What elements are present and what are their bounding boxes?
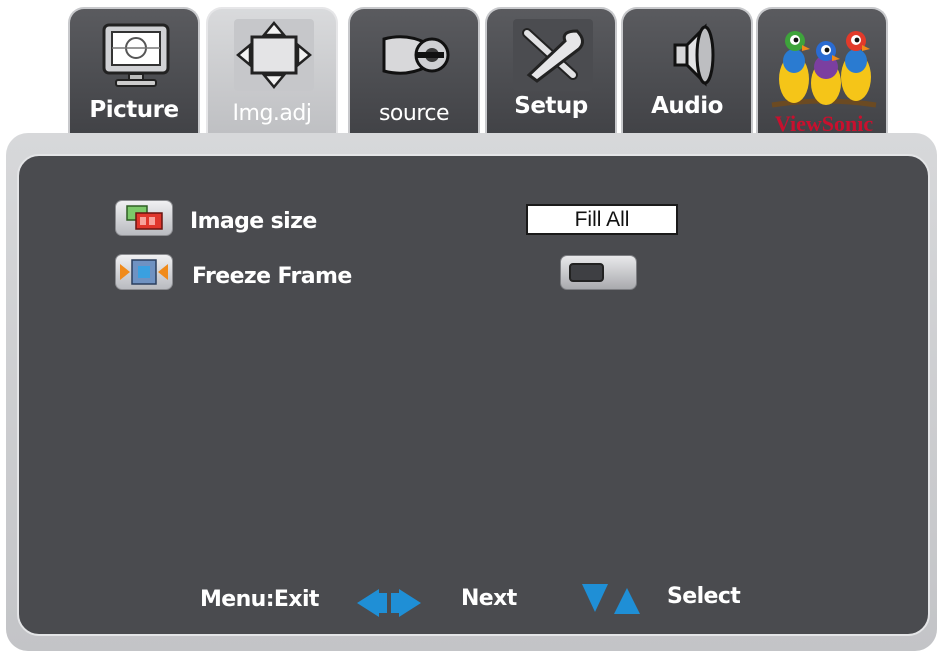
down-up-arrows-icon bbox=[582, 584, 640, 614]
freeze-frame-icon bbox=[115, 254, 173, 290]
next-hint: Next bbox=[461, 586, 517, 611]
tab-label: Img.adj bbox=[232, 101, 312, 126]
tab-source[interactable]: source bbox=[348, 7, 480, 142]
source-connector-icon bbox=[382, 35, 450, 75]
tab-label: source bbox=[378, 101, 450, 126]
viewsonic-birds-logo: ViewSonic bbox=[771, 31, 877, 136]
menu-exit-hint: Menu:Exit bbox=[200, 587, 319, 612]
picture-monitor-icon bbox=[102, 23, 170, 87]
left-right-arrows-icon bbox=[357, 589, 421, 617]
tab-label: Audio bbox=[651, 93, 723, 119]
tab-setup[interactable]: Setup bbox=[485, 7, 617, 142]
toggle-knob bbox=[569, 263, 604, 282]
tab-label: Picture bbox=[89, 97, 179, 123]
tab-viewsonic[interactable]: ViewSonic bbox=[756, 7, 888, 142]
image-size-value[interactable]: Fill All bbox=[526, 204, 678, 235]
select-hint: Select bbox=[667, 584, 741, 609]
menu-item-freeze-frame[interactable]: Freeze Frame bbox=[192, 264, 352, 289]
tab-label: Setup bbox=[514, 93, 588, 119]
image-adjust-arrows-icon bbox=[234, 19, 314, 91]
menu-item-image-size[interactable]: Image size bbox=[190, 209, 317, 234]
audio-speaker-icon bbox=[673, 23, 715, 87]
tab-img-adj[interactable]: Img.adj bbox=[206, 7, 338, 142]
freeze-frame-toggle[interactable] bbox=[560, 255, 637, 290]
tab-picture[interactable]: Picture bbox=[68, 7, 200, 142]
setup-tools-icon bbox=[513, 19, 593, 91]
image-size-icon bbox=[115, 200, 173, 236]
tab-audio[interactable]: Audio bbox=[621, 7, 753, 142]
